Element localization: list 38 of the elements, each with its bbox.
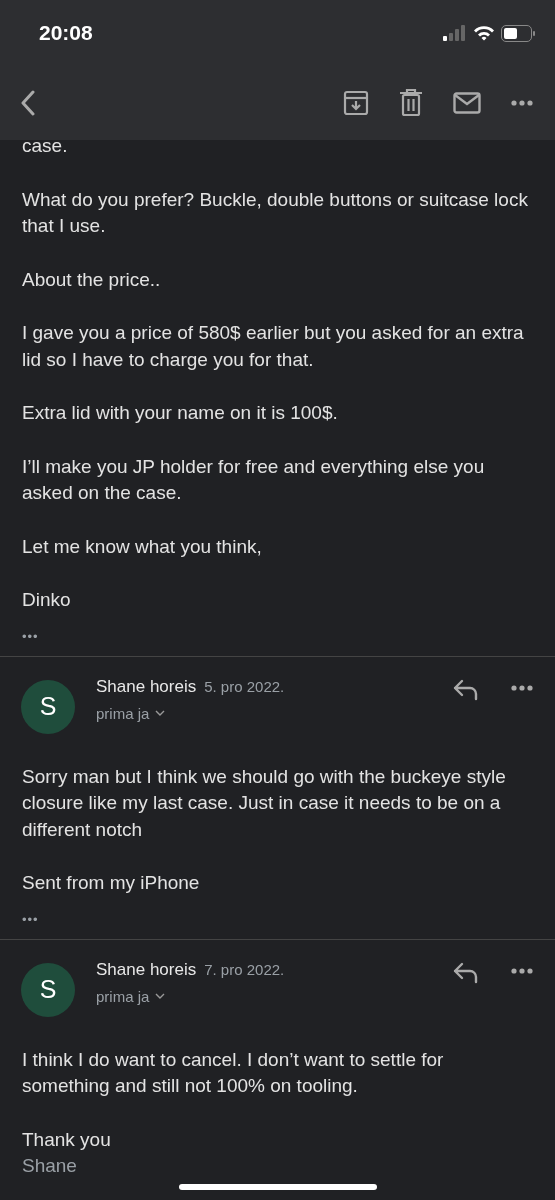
message-paragraph: I think I do want to cancel. I don’t want to settle for something and still not 100% on tooling.: [22, 1047, 445, 1098]
more-icon[interactable]: [511, 967, 533, 974]
show-quoted-button[interactable]: •••: [22, 911, 39, 927]
archive-icon[interactable]: [343, 90, 369, 116]
message-paragraph: Thank you: [22, 1127, 111, 1152]
more-icon[interactable]: [511, 100, 533, 106]
signal-icon: [443, 25, 467, 41]
back-icon[interactable]: [20, 90, 36, 116]
message-paragraph: Sorry man but I think we should go with the buckeye style closure like my last case. Just in case it needs to be on a different notch: [22, 764, 507, 842]
recipient-dropdown[interactable]: prima ja: [96, 704, 166, 722]
delete-icon[interactable]: [399, 89, 423, 117]
sender-name: Shane horeis: [96, 676, 197, 697]
message-paragraph: Shane: [22, 1154, 77, 1178]
avatar: S: [21, 679, 75, 734]
show-quoted-button[interactable]: •••: [22, 628, 39, 644]
message-paragraph: About the price..: [22, 267, 161, 292]
message-paragraph: Sent from my iPhone: [22, 871, 200, 895]
recipient-dropdown[interactable]: prima ja: [96, 987, 166, 1005]
chevron-down-icon: [155, 992, 166, 1000]
reply-icon[interactable]: [453, 678, 479, 701]
message-paragraph: Dinko: [22, 588, 71, 612]
mail-icon[interactable]: [453, 92, 481, 114]
message-paragraph: What do you prefer? Buckle, double buttons or suitcase lock that I use.: [22, 187, 529, 238]
more-icon[interactable]: [511, 684, 533, 691]
message-date: 5. pro 2022.: [204, 677, 285, 695]
avatar: S: [21, 962, 75, 1017]
chevron-down-icon: [155, 709, 166, 717]
message-paragraph: case.: [22, 134, 68, 158]
wifi-icon: [473, 25, 495, 41]
message-paragraph: Extra lid with your name on it is 100$.: [22, 401, 338, 425]
sender-name: Shane horeis: [96, 959, 197, 980]
status-time: 20:08: [39, 21, 93, 45]
reply-icon[interactable]: [453, 961, 479, 984]
message-paragraph: I’ll make you JP holder for free and everything else you asked on the case.: [22, 454, 486, 505]
message-date: 7. pro 2022.: [204, 960, 285, 978]
message-paragraph: Let me know what you think,: [22, 534, 262, 559]
battery-icon: [501, 24, 535, 42]
message-paragraph: I gave you a price of 580$ earlier but you asked for an extra lid so I have to charge you for that.: [22, 321, 525, 372]
